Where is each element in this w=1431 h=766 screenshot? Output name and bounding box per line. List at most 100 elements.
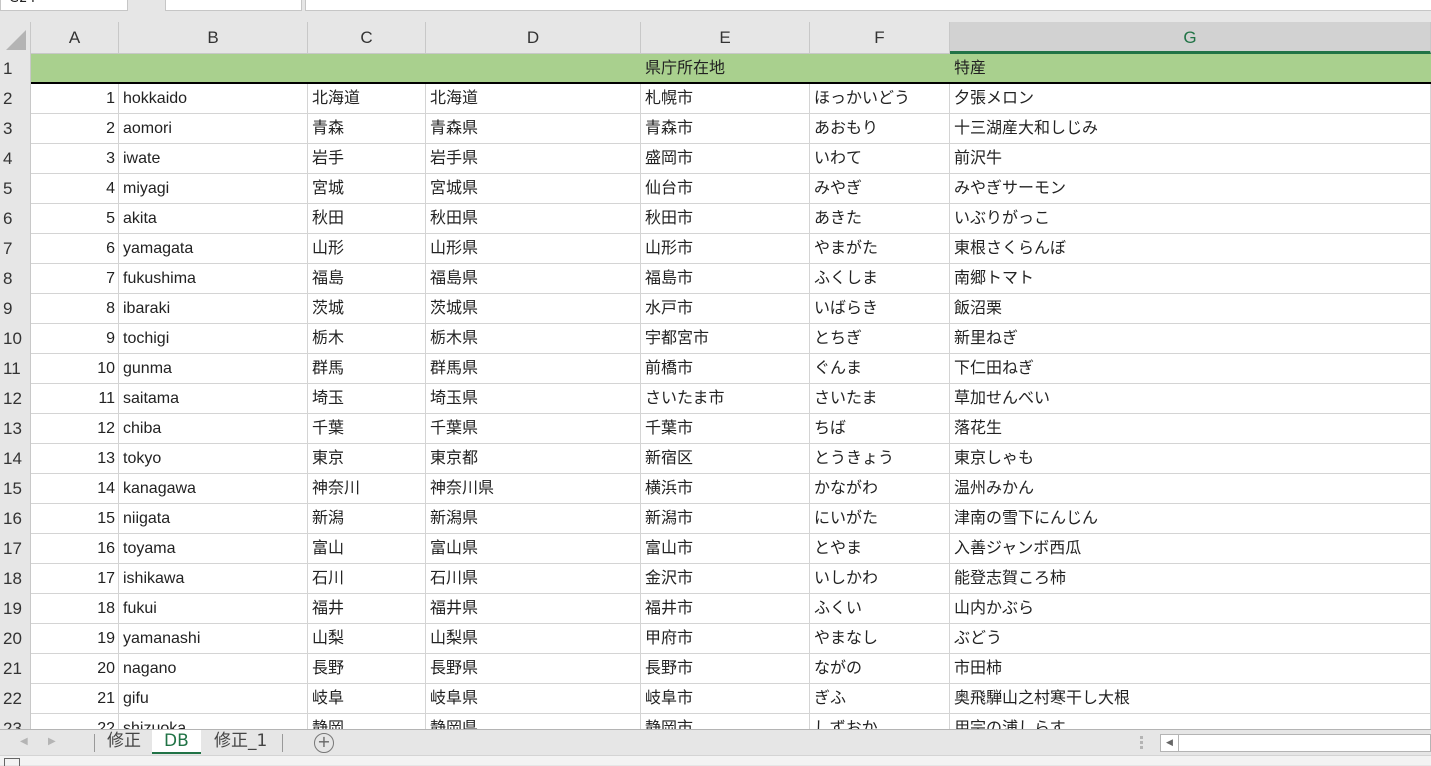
cell-e[interactable]: 長野市 [641,654,810,684]
cell-f[interactable]: やまがた [810,234,950,264]
cell-d[interactable]: 茨城県 [426,294,641,324]
cell-g[interactable]: 飯沼栗 [950,294,1431,324]
cell-a[interactable]: 7 [31,264,119,294]
cell-e[interactable]: 宇都宮市 [641,324,810,354]
cell-c[interactable]: 群馬 [308,354,426,384]
row-header[interactable]: 7 [0,234,31,264]
cell-c[interactable]: 北海道 [308,84,426,114]
cell-a[interactable]: 17 [31,564,119,594]
cell-e[interactable]: 新宿区 [641,444,810,474]
row-header[interactable]: 23 [0,714,31,729]
cell-g[interactable]: 市田柿 [950,654,1431,684]
row-header[interactable]: 17 [0,534,31,564]
sheet-tab-db[interactable]: DB [152,730,201,754]
cell-e[interactable]: 新潟市 [641,504,810,534]
row-header[interactable]: 5 [0,174,31,204]
cell-g[interactable]: 能登志賀ころ柿 [950,564,1431,594]
cell-a[interactable]: 3 [31,144,119,174]
add-sheet-icon[interactable]: + [314,733,334,753]
cell-a[interactable]: 16 [31,534,119,564]
cell-e[interactable]: 福井市 [641,594,810,624]
cell-a[interactable]: 8 [31,294,119,324]
cell-e[interactable]: 甲府市 [641,624,810,654]
cell-a[interactable]: 21 [31,684,119,714]
cell-b[interactable]: aomori [119,114,308,144]
cell-b[interactable]: niigata [119,504,308,534]
cell-f[interactable]: にいがた [810,504,950,534]
column-header-e[interactable]: E [641,22,810,54]
formula-input[interactable] [305,0,1431,11]
cell-g[interactable]: 用宗の浦しらす [950,714,1431,729]
prev-sheet-icon[interactable]: ◀ [20,736,28,747]
sheet-tab-shusei[interactable]: 修正 [95,730,153,754]
row-header[interactable]: 1 [0,54,31,84]
row-header[interactable]: 11 [0,354,31,384]
cell-f[interactable]: ながの [810,654,950,684]
cell-g[interactable]: 草加せんべい [950,384,1431,414]
cell-f[interactable]: ちば [810,414,950,444]
cell-g[interactable]: 入善ジャンボ西瓜 [950,534,1431,564]
cell-b[interactable]: fukui [119,594,308,624]
cell-e[interactable]: 富山市 [641,534,810,564]
row-header[interactable]: 8 [0,264,31,294]
cell-c[interactable]: 石川 [308,564,426,594]
cell-d[interactable]: 東京都 [426,444,641,474]
cell-c[interactable]: 茨城 [308,294,426,324]
cell-f[interactable]: しずおか [810,714,950,729]
cell-g[interactable]: 夕張メロン [950,84,1431,114]
cell-f[interactable]: とやま [810,534,950,564]
cell-g1[interactable]: 特産 [950,54,1431,84]
cell-a[interactable]: 22 [31,714,119,729]
cell-f[interactable]: いしかわ [810,564,950,594]
row-header[interactable]: 18 [0,564,31,594]
select-all-button[interactable] [0,22,31,54]
cell-d[interactable]: 新潟県 [426,504,641,534]
column-header-c[interactable]: C [308,22,426,54]
cell-c[interactable]: 神奈川 [308,474,426,504]
cell-a[interactable]: 12 [31,414,119,444]
cell-a[interactable]: 2 [31,114,119,144]
cell-b[interactable]: saitama [119,384,308,414]
cell-d[interactable]: 宮城県 [426,174,641,204]
cell-g[interactable]: 温州みかん [950,474,1431,504]
cell-c[interactable]: 東京 [308,444,426,474]
cell-f[interactable]: ふくい [810,594,950,624]
cell-d[interactable]: 福島県 [426,264,641,294]
cell-c[interactable]: 山形 [308,234,426,264]
cell-f[interactable]: やまなし [810,624,950,654]
cell-g[interactable]: いぶりがっこ [950,204,1431,234]
cell-c[interactable]: 長野 [308,654,426,684]
cell-b[interactable]: iwate [119,144,308,174]
cell-f[interactable]: ぎふ [810,684,950,714]
row-header[interactable]: 21 [0,654,31,684]
cell-f[interactable]: みやぎ [810,174,950,204]
cell-d[interactable]: 福井県 [426,594,641,624]
cell-g[interactable]: ぶどう [950,624,1431,654]
cell-b[interactable]: akita [119,204,308,234]
cell-c[interactable]: 栃木 [308,324,426,354]
cell-a[interactable]: 15 [31,504,119,534]
row-header[interactable]: 13 [0,414,31,444]
cell-c[interactable]: 岩手 [308,144,426,174]
cell-e[interactable]: 福島市 [641,264,810,294]
cell-b[interactable]: tochigi [119,324,308,354]
cell-a[interactable]: 18 [31,594,119,624]
cell-g[interactable]: 新里ねぎ [950,324,1431,354]
cell-f[interactable]: とうきょう [810,444,950,474]
cell-b[interactable]: yamanashi [119,624,308,654]
horizontal-scrollbar[interactable]: ◀ [1160,734,1431,752]
cell-a[interactable]: 13 [31,444,119,474]
cell-a[interactable]: 11 [31,384,119,414]
row-header[interactable]: 3 [0,114,31,144]
cell-g[interactable]: 落花生 [950,414,1431,444]
cell-d[interactable]: 栃木県 [426,324,641,354]
row-header[interactable]: 19 [0,594,31,624]
cell-b[interactable]: nagano [119,654,308,684]
cell-f[interactable]: あきた [810,204,950,234]
cell-b[interactable]: chiba [119,414,308,444]
cell-d[interactable]: 岐阜県 [426,684,641,714]
cell-c[interactable]: 福島 [308,264,426,294]
row-header[interactable]: 20 [0,624,31,654]
cell-g[interactable]: 津南の雪下にんじん [950,504,1431,534]
row-header[interactable]: 22 [0,684,31,714]
